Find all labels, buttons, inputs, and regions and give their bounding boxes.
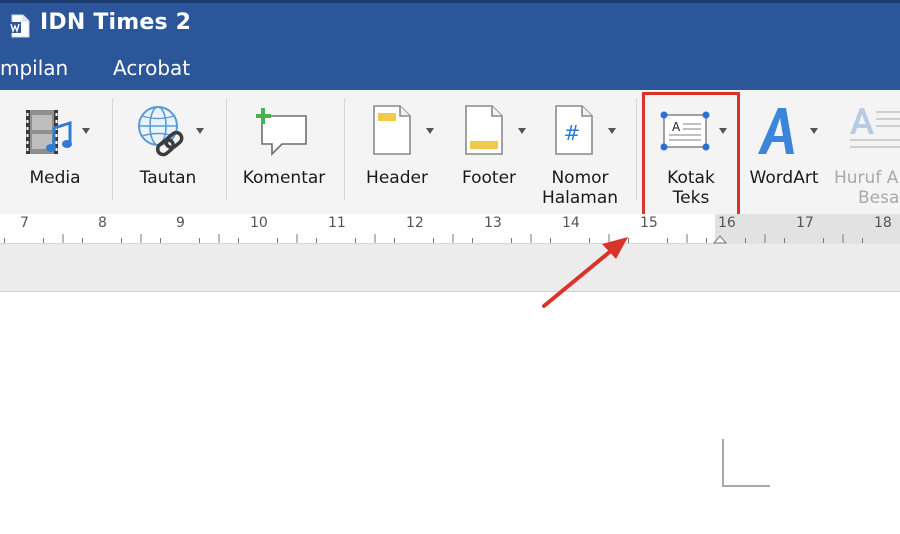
annotation-arrow	[542, 237, 628, 308]
